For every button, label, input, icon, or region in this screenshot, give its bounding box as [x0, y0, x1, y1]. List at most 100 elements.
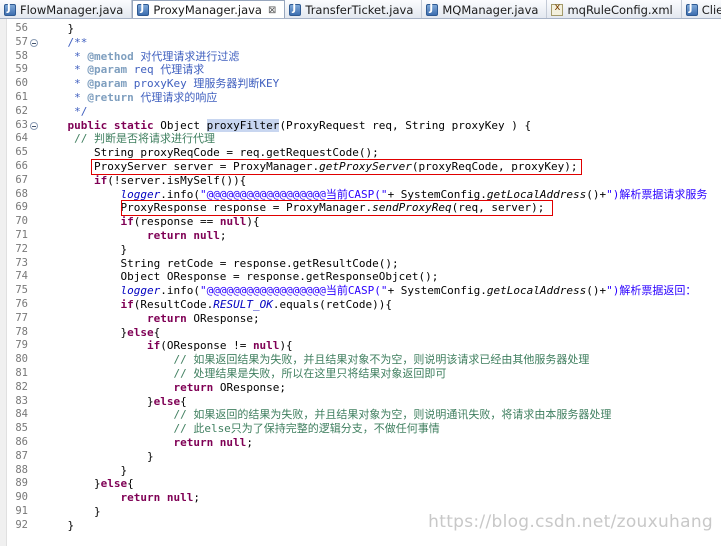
code-token: else — [127, 325, 154, 339]
code-token: @method — [87, 49, 134, 63]
code-token: null — [219, 215, 247, 229]
code-line: } — [41, 464, 127, 478]
code-token: ProxyServer server = ProxyManager. — [41, 160, 320, 173]
java-file-icon — [685, 3, 698, 16]
code-token: 对代理请求进行过滤 — [133, 49, 240, 63]
line-number: 85 — [15, 422, 28, 435]
code-token: String proxyReqCode = req.getRequestCode… — [41, 146, 379, 160]
line-number: 65 — [15, 146, 28, 159]
code-token: ; — [193, 491, 200, 505]
code-token: } — [41, 505, 101, 518]
tab-transferticket-java[interactable]: TransferTicket.java — [285, 0, 423, 18]
code-token: "@@@@@@@@@@@@@@@@@@当前CASP(" — [199, 284, 388, 298]
code-token: // 如果返回的结果为失败，并且结果对象为空，则说明通讯失败，将请求由本服务器处… — [41, 408, 612, 422]
line-number: 57 — [15, 35, 28, 48]
code-line: /** — [41, 36, 87, 50]
code-line: ProxyResponse response = ProxyManager.se… — [41, 201, 544, 215]
code-token: ProxyResponse response = ProxyManager. — [41, 201, 373, 215]
line-number: 66 — [15, 160, 28, 172]
line-number: 83 — [15, 394, 28, 407]
code-line: return null; — [41, 491, 200, 505]
line-number: 60 — [15, 77, 28, 90]
tab-label: MQManager.java — [442, 2, 539, 17]
code-line: }else{ — [41, 477, 134, 491]
fold-toggle-icon[interactable] — [30, 121, 38, 130]
code-line: }else{ — [41, 326, 160, 340]
code-token: } — [41, 449, 154, 463]
code-line: * @param proxyKey 理服务器判断KEY — [41, 77, 279, 91]
code-line: */ — [41, 105, 87, 119]
code-token: } — [41, 394, 154, 408]
code-token: .info( — [160, 284, 200, 298]
code-token: sendProxyReq — [372, 201, 452, 215]
tab-proxymanager-java[interactable]: ProxyManager.java ⊠ — [132, 0, 286, 18]
code-line: return OResponse; — [41, 381, 286, 395]
code-token: } — [41, 242, 128, 256]
code-line: } — [41, 519, 74, 533]
code-line: // 判断是否将请求进行代理 — [41, 132, 215, 146]
line-number: 64 — [15, 132, 28, 145]
code-token: OResponse; — [213, 380, 287, 394]
code-token: (OResponse != — [160, 339, 253, 353]
java-file-icon — [289, 3, 302, 16]
code-token: .equals(retCode)){ — [272, 298, 393, 311]
fold-toggle-icon[interactable] — [30, 38, 38, 47]
code-token: ()+ — [586, 187, 607, 201]
tab-clientsoftserv[interactable]: ClientSoftServ — [682, 0, 721, 18]
code-line: String proxyReqCode = req.getRequestCode… — [41, 146, 379, 160]
code-token: ")解析票据请求服务 — [606, 187, 708, 201]
code-token: getLocalAddress — [486, 284, 587, 298]
code-token: return null — [120, 491, 194, 505]
line-number: 79 — [15, 339, 28, 352]
line-number: 59 — [15, 63, 28, 76]
close-tab-icon[interactable]: ⊠ — [268, 5, 276, 16]
tab-mqmanager-java[interactable]: MQManager.java — [422, 0, 548, 18]
line-number-gutter: 56 57 58 59 60 61 62 63 64 65 66 67 68 69 70 71 72 73 74 75… — [7, 19, 39, 546]
code-token: ()+ — [586, 284, 607, 298]
code-line: if(ResultCode.RESULT_OK.equals(retCode))… — [41, 298, 392, 312]
code-token: else — [100, 477, 128, 491]
code-line: if(!server.isMySelf()){ — [41, 174, 246, 188]
code-token: ; — [246, 436, 253, 449]
code-token: } — [41, 22, 75, 35]
code-token: if — [120, 215, 134, 229]
code-token: if — [146, 339, 161, 353]
code-token: if — [120, 298, 134, 311]
code-line: * @param req 代理请求 — [41, 63, 204, 77]
code-line: } — [41, 450, 154, 464]
code-token: (req, server); — [451, 201, 545, 215]
xml-file-icon — [551, 2, 564, 16]
code-token: { — [180, 394, 187, 408]
tab-label: ClientSoftServ — [701, 2, 721, 17]
code-token: return null — [146, 229, 220, 242]
overview-ruler — [0, 19, 7, 546]
code-line: String retCode = response.getResultCode(… — [41, 257, 398, 271]
code-token: else — [153, 394, 181, 408]
code-line: * @return 代理请求的响应 — [41, 91, 217, 105]
code-token: ")解析票据返回： — [606, 284, 697, 298]
line-number: 84 — [15, 408, 28, 421]
code-token: + SystemConfig. — [387, 284, 487, 298]
code-token: ){ — [279, 339, 293, 353]
code-token: getProxyServer — [319, 160, 412, 173]
code-line: if(response == null){ — [41, 215, 259, 229]
code-token: proxyFilter — [206, 118, 280, 132]
code-line: ProxyServer server = ProxyManager.getPro… — [41, 160, 577, 174]
code-line: // 处理结果是失败，所以在这里只将结果对象返回即可 — [41, 367, 446, 381]
code-editor[interactable]: } /** * @method 对代理请求进行过滤 * @param req 代… — [39, 19, 721, 546]
line-number: 92 — [15, 518, 28, 531]
line-number: 67 — [15, 173, 28, 186]
line-number: 62 — [15, 104, 28, 117]
tab-label: ProxyManager.java — [153, 3, 262, 17]
tab-mqruleconfig-xml[interactable]: mqRuleConfig.xml — [547, 0, 682, 18]
code-token: logger — [120, 187, 161, 201]
code-token: public static — [67, 118, 154, 132]
code-line: } — [41, 505, 101, 519]
watermark: https://blog.csdn.net/zouxuhang — [428, 512, 713, 532]
tab-flowmanager-java[interactable]: FlowManager.java — [0, 0, 133, 18]
code-token: return — [146, 311, 187, 325]
code-line: // 如果返回的结果为失败，并且结果对象为空，则说明通讯失败，将请求由本服务器处… — [41, 408, 611, 422]
